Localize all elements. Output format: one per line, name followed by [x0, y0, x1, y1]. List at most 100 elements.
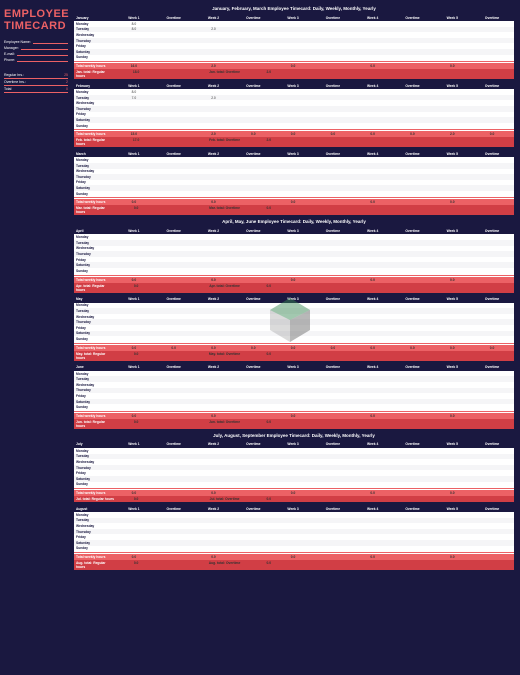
hours-cell[interactable] [393, 39, 433, 43]
hours-cell[interactable] [273, 241, 313, 245]
hours-cell[interactable] [472, 96, 512, 100]
hours-cell[interactable]: 8.0 [114, 90, 154, 94]
hours-cell[interactable] [393, 96, 433, 100]
hours-cell[interactable] [114, 303, 154, 307]
hours-cell[interactable] [194, 164, 234, 168]
hours-cell[interactable] [194, 169, 234, 173]
hours-cell[interactable] [273, 394, 313, 398]
hours-cell[interactable] [233, 337, 273, 341]
hours-cell[interactable] [472, 101, 512, 105]
hours-cell[interactable] [194, 320, 234, 324]
hours-cell[interactable] [432, 118, 472, 122]
hours-cell[interactable] [393, 388, 433, 392]
hours-cell[interactable] [313, 27, 353, 31]
hours-cell[interactable] [353, 44, 393, 48]
hours-cell[interactable] [273, 315, 313, 319]
hours-cell[interactable] [432, 107, 472, 111]
hours-cell[interactable] [233, 449, 273, 453]
hours-cell[interactable] [233, 377, 273, 381]
hours-cell[interactable] [353, 405, 393, 409]
hours-cell[interactable] [273, 186, 313, 190]
hours-cell[interactable] [313, 107, 353, 111]
hours-cell[interactable] [393, 326, 433, 330]
hours-cell[interactable] [472, 112, 512, 116]
hours-cell[interactable] [432, 309, 472, 313]
hours-cell[interactable] [273, 460, 313, 464]
hours-cell[interactable] [472, 246, 512, 250]
hours-cell[interactable] [393, 541, 433, 545]
hours-cell[interactable] [313, 39, 353, 43]
hours-cell[interactable] [353, 252, 393, 256]
hours-cell[interactable] [194, 315, 234, 319]
hours-cell[interactable] [393, 186, 433, 190]
hours-cell[interactable] [393, 471, 433, 475]
hours-cell[interactable] [194, 449, 234, 453]
field-input-line[interactable] [17, 59, 68, 62]
hours-cell[interactable] [273, 477, 313, 481]
hours-cell[interactable] [154, 530, 194, 534]
hours-cell[interactable] [313, 315, 353, 319]
hours-cell[interactable] [432, 90, 472, 94]
hours-cell[interactable] [194, 331, 234, 335]
hours-cell[interactable] [273, 524, 313, 528]
hours-cell[interactable] [233, 27, 273, 31]
hours-cell[interactable] [393, 180, 433, 184]
hours-cell[interactable] [472, 107, 512, 111]
hours-cell[interactable] [233, 96, 273, 100]
hours-cell[interactable] [273, 235, 313, 239]
hours-cell[interactable] [233, 235, 273, 239]
hours-cell[interactable] [233, 541, 273, 545]
hours-cell[interactable] [432, 27, 472, 31]
field-input-line[interactable] [21, 47, 68, 50]
hours-cell[interactable] [194, 372, 234, 376]
hours-cell[interactable] [114, 471, 154, 475]
hours-cell[interactable] [393, 175, 433, 179]
hours-cell[interactable] [114, 164, 154, 168]
hours-cell[interactable] [432, 449, 472, 453]
hours-cell[interactable] [313, 454, 353, 458]
hours-cell[interactable] [154, 55, 194, 59]
hours-cell[interactable] [472, 337, 512, 341]
hours-cell[interactable] [432, 388, 472, 392]
hours-cell[interactable] [273, 169, 313, 173]
hours-cell[interactable] [273, 252, 313, 256]
hours-cell[interactable] [194, 513, 234, 517]
hours-cell[interactable] [194, 39, 234, 43]
hours-cell[interactable] [353, 192, 393, 196]
hours-cell[interactable] [114, 180, 154, 184]
hours-cell[interactable] [194, 124, 234, 128]
hours-cell[interactable] [432, 44, 472, 48]
hours-cell[interactable] [313, 309, 353, 313]
hours-cell[interactable] [472, 331, 512, 335]
hours-cell[interactable] [472, 546, 512, 550]
hours-cell[interactable] [233, 169, 273, 173]
hours-cell[interactable] [273, 337, 313, 341]
hours-cell[interactable] [432, 535, 472, 539]
hours-cell[interactable] [194, 90, 234, 94]
hours-cell[interactable] [273, 33, 313, 37]
hours-cell[interactable] [154, 449, 194, 453]
hours-cell[interactable] [114, 388, 154, 392]
hours-cell[interactable] [432, 258, 472, 262]
hours-cell[interactable] [114, 258, 154, 262]
hours-cell[interactable] [194, 405, 234, 409]
hours-cell[interactable] [154, 169, 194, 173]
hours-cell[interactable] [154, 263, 194, 267]
hours-cell[interactable] [273, 164, 313, 168]
hours-cell[interactable] [233, 546, 273, 550]
hours-cell[interactable] [313, 394, 353, 398]
hours-cell[interactable] [313, 50, 353, 54]
hours-cell[interactable] [154, 269, 194, 273]
hours-cell[interactable] [114, 112, 154, 116]
hours-cell[interactable] [393, 44, 433, 48]
hours-cell[interactable] [114, 518, 154, 522]
hours-cell[interactable] [194, 471, 234, 475]
hours-cell[interactable] [313, 33, 353, 37]
hours-cell[interactable] [194, 112, 234, 116]
hours-cell[interactable] [233, 460, 273, 464]
hours-cell[interactable] [313, 258, 353, 262]
hours-cell[interactable] [472, 377, 512, 381]
hours-cell[interactable] [393, 164, 433, 168]
hours-cell[interactable] [393, 454, 433, 458]
hours-cell[interactable] [353, 112, 393, 116]
